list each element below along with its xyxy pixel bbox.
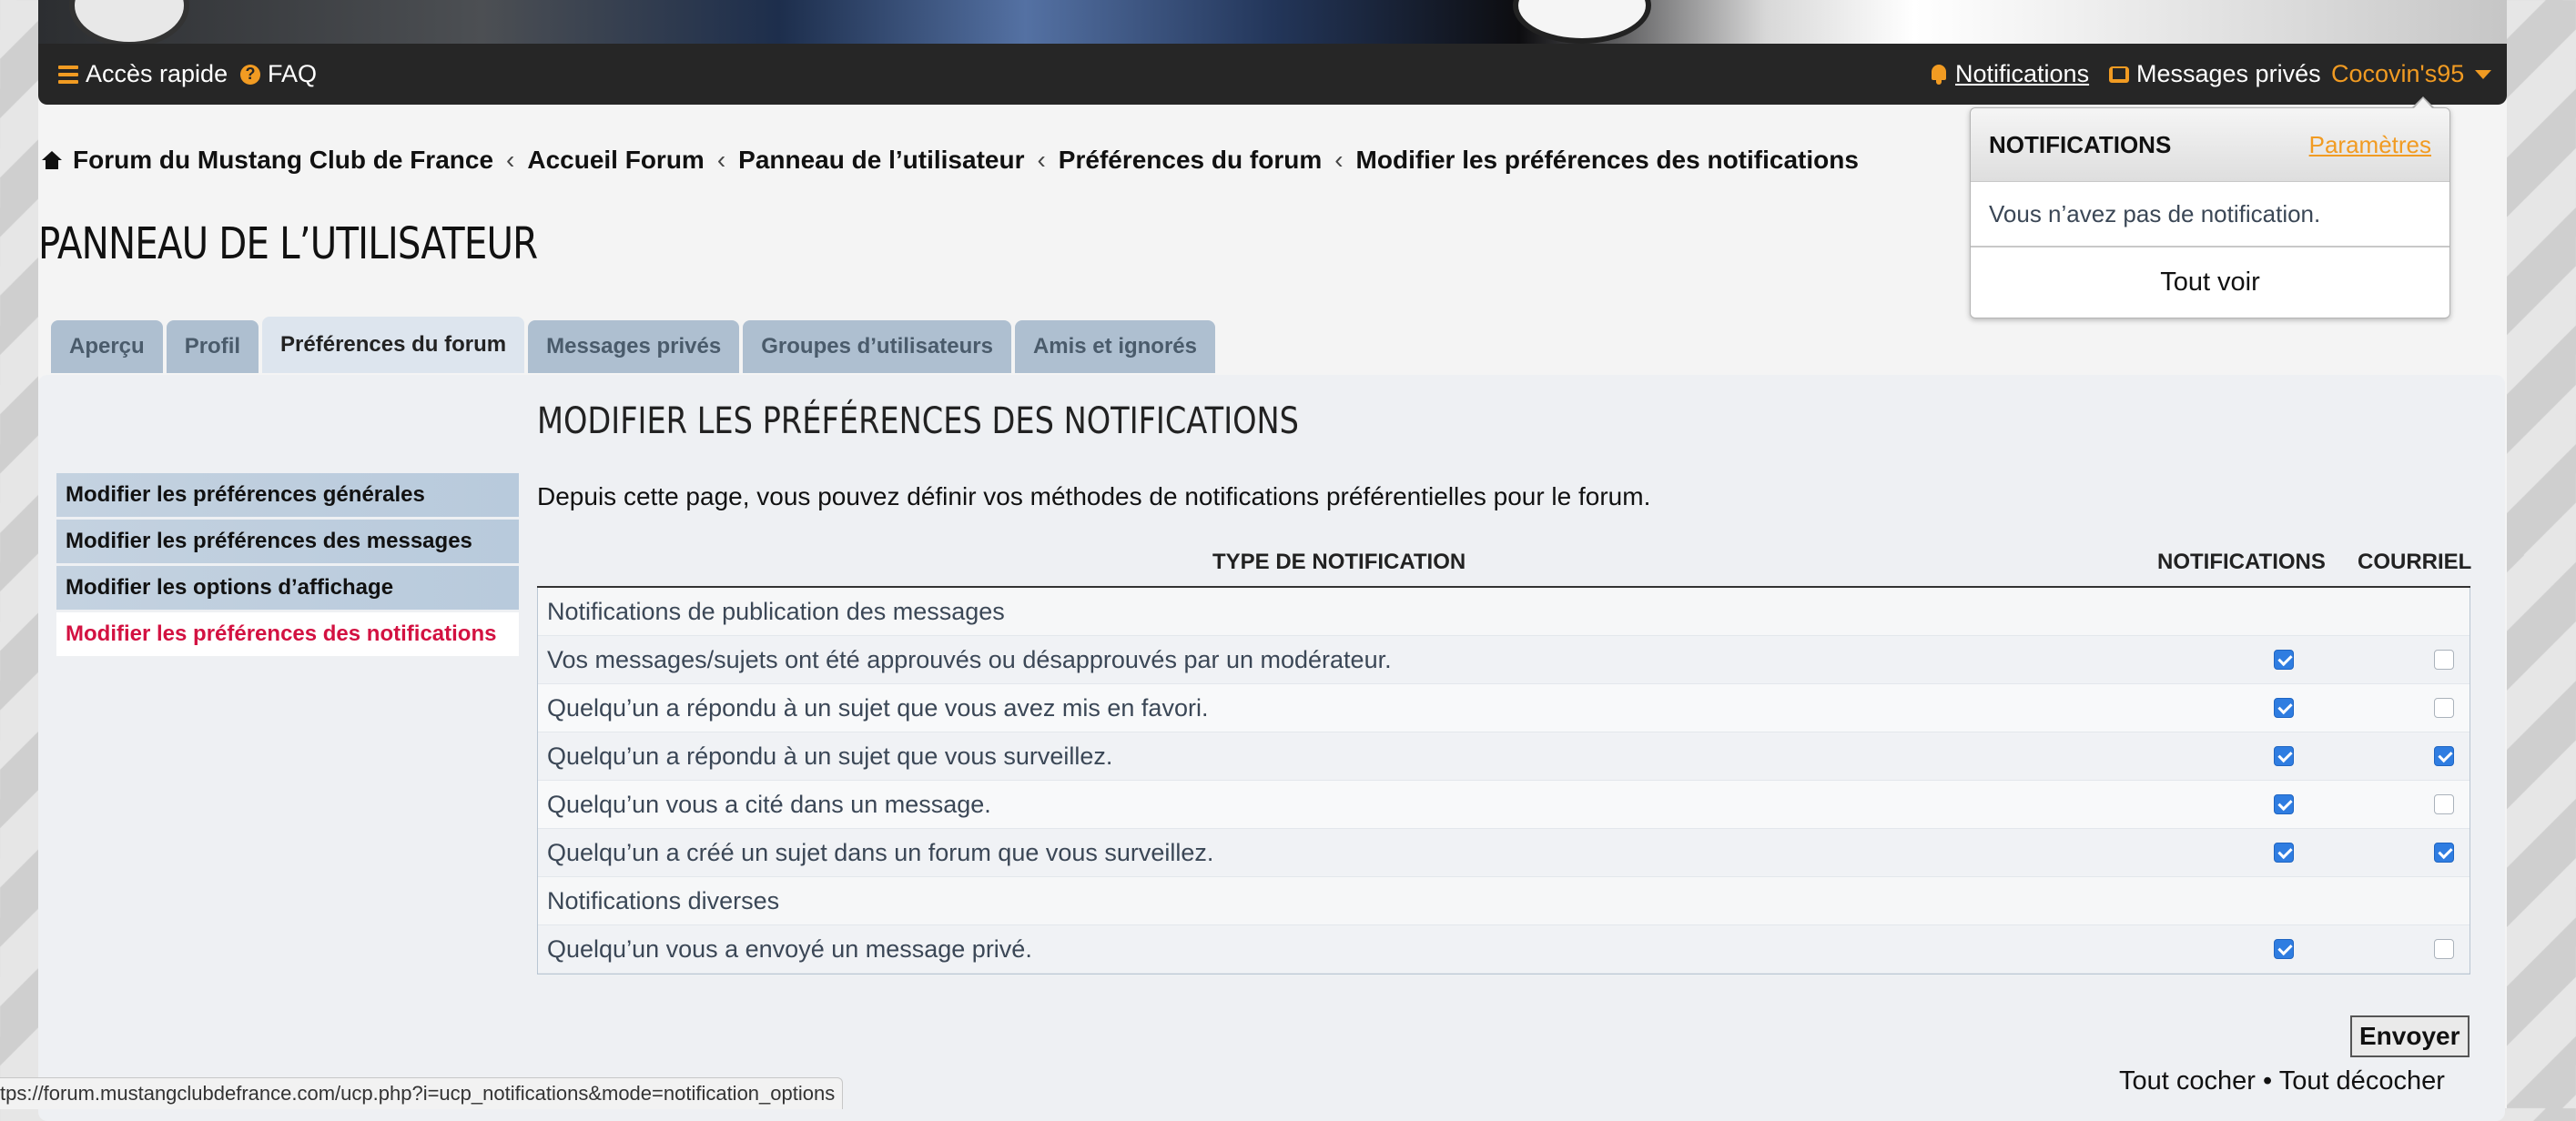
dropdown-empty-message: Vous n’avez pas de notification. bbox=[1971, 182, 2449, 247]
check-all-link[interactable]: Tout cocher bbox=[2119, 1066, 2256, 1096]
tab-private-messages[interactable]: Messages privés bbox=[528, 320, 740, 373]
table-section-row: Notifications de publication des message… bbox=[538, 588, 2470, 636]
notification-type-label: Quelqu’un vous a cité dans un message. bbox=[547, 790, 991, 818]
breadcrumb: Forum du Mustang Club de France ‹ Accuei… bbox=[42, 146, 1859, 175]
uncheck-all-link[interactable]: Tout décocher bbox=[2279, 1066, 2445, 1096]
notification-checkbox[interactable] bbox=[2274, 746, 2294, 766]
inbox-icon bbox=[2109, 66, 2129, 83]
table-row: Quelqu’un a répondu à un sujet que vous … bbox=[538, 684, 2470, 732]
notification-checkbox[interactable] bbox=[2274, 650, 2294, 670]
section-label: Notifications diverses bbox=[547, 886, 780, 914]
tab-friends-foes[interactable]: Amis et ignorés bbox=[1014, 320, 1215, 373]
home-icon[interactable] bbox=[42, 151, 62, 169]
tab-overview[interactable]: Aperçu bbox=[51, 320, 163, 373]
see-all-link[interactable]: Tout voir bbox=[1971, 247, 2449, 317]
submit-button[interactable]: Envoyer bbox=[2350, 1015, 2470, 1057]
table-row: Quelqu’un a créé un sujet dans un forum … bbox=[538, 829, 2470, 877]
notification-type-label: Quelqu’un a répondu à un sujet que vous … bbox=[547, 693, 1209, 722]
private-messages-label: Messages privés bbox=[2136, 60, 2321, 87]
table-header: TYPE DE NOTIFICATION NOTIFICATIONS COURR… bbox=[537, 539, 2472, 588]
notification-checkbox[interactable] bbox=[2274, 939, 2294, 959]
notification-checkbox[interactable] bbox=[2274, 843, 2294, 863]
notification-checkbox[interactable] bbox=[2274, 794, 2294, 814]
tab-profile[interactable]: Profil bbox=[166, 320, 259, 373]
question-icon: ? bbox=[240, 64, 260, 85]
dropdown-settings-link[interactable]: Paramètres bbox=[2309, 131, 2431, 159]
breadcrumb-current[interactable]: Modifier les préférences des notificatio… bbox=[1356, 146, 1859, 175]
quick-access-link[interactable]: Accès rapide bbox=[58, 60, 228, 88]
dropdown-pointer-fill bbox=[2414, 98, 2432, 108]
breadcrumb-separator: ‹ bbox=[1334, 146, 1344, 174]
sidebar-item-display-options[interactable]: Modifier les options d’affichage bbox=[56, 566, 519, 610]
hamburger-icon bbox=[58, 65, 78, 84]
chevron-down-icon bbox=[2475, 69, 2492, 79]
breadcrumb-ucp[interactable]: Panneau de l’utilisateur bbox=[738, 146, 1024, 175]
notifications-table: TYPE DE NOTIFICATION NOTIFICATIONS COURR… bbox=[537, 539, 2472, 975]
table-row: Vos messages/sujets ont été approuvés ou… bbox=[538, 636, 2470, 684]
breadcrumb-separator: ‹ bbox=[506, 146, 515, 174]
email-checkbox[interactable] bbox=[2434, 843, 2454, 863]
header-banner bbox=[38, 0, 2507, 47]
sidebar-item-general-prefs[interactable]: Modifier les préférences générales bbox=[56, 473, 519, 517]
table-body: Notifications de publication des message… bbox=[537, 588, 2470, 975]
sidebar-item-message-prefs[interactable]: Modifier les préférences des messages bbox=[56, 520, 519, 563]
notification-type-label: Quelqu’un a créé un sujet dans un forum … bbox=[547, 838, 1214, 866]
section-intro: Depuis cette page, vous pouvez définir v… bbox=[537, 482, 1651, 510]
page-title: PANNEAU DE L’UTILISATEUR bbox=[38, 218, 538, 269]
notification-type-label: Vos messages/sujets ont été approuvés ou… bbox=[547, 645, 1392, 673]
banner-emblem bbox=[1513, 0, 1651, 44]
notification-type-label: Quelqu’un a répondu à un sujet que vous … bbox=[547, 742, 1113, 770]
page-wrapper: Accès rapide ? FAQ Notifications Message… bbox=[38, 0, 2507, 1121]
ucp-tabs: Aperçu Profil Préférences du forum Messa… bbox=[51, 317, 1215, 373]
notifications-label: Notifications bbox=[1955, 60, 2090, 87]
breadcrumb-separator: ‹ bbox=[1037, 146, 1046, 174]
navbar: Accès rapide ? FAQ Notifications Message… bbox=[38, 44, 2507, 105]
dropdown-header: NOTIFICATIONS Paramètres bbox=[1971, 108, 2449, 182]
bell-icon bbox=[1930, 64, 1948, 85]
mark-links: Tout cocher • Tout décocher bbox=[2119, 1066, 2445, 1096]
email-checkbox[interactable] bbox=[2434, 794, 2454, 814]
column-header-type: TYPE DE NOTIFICATION bbox=[1212, 550, 1466, 574]
marks-separator: • bbox=[2262, 1066, 2273, 1096]
section-title: MODIFIER LES PRÉFÉRENCES DES NOTIFICATIO… bbox=[537, 400, 1300, 442]
notification-type-label: Quelqu’un vous a envoyé un message privé… bbox=[547, 934, 1032, 963]
email-checkbox[interactable] bbox=[2434, 939, 2454, 959]
table-row: Quelqu’un a répondu à un sujet que vous … bbox=[538, 732, 2470, 781]
table-row: Quelqu’un vous a envoyé un message privé… bbox=[538, 925, 2470, 974]
breadcrumb-separator: ‹ bbox=[716, 146, 726, 174]
club-logo[interactable] bbox=[69, 0, 189, 47]
sidebar-item-notification-prefs[interactable]: Modifier les préférences des notificatio… bbox=[56, 612, 519, 656]
column-header-email: COURRIEL bbox=[2358, 550, 2472, 574]
table-row: Quelqu’un vous a cité dans un message. bbox=[538, 781, 2470, 829]
table-section-row: Notifications diverses bbox=[538, 877, 2470, 925]
breadcrumb-home[interactable]: Accueil Forum bbox=[527, 146, 704, 175]
email-checkbox[interactable] bbox=[2434, 698, 2454, 718]
email-checkbox[interactable] bbox=[2434, 650, 2454, 670]
notifications-link[interactable]: Notifications bbox=[1930, 60, 2089, 88]
breadcrumb-prefs[interactable]: Préférences du forum bbox=[1059, 146, 1322, 175]
tab-forum-preferences[interactable]: Préférences du forum bbox=[262, 317, 525, 373]
section-label: Notifications de publication des message… bbox=[547, 597, 1005, 625]
quick-access-label: Accès rapide bbox=[86, 60, 228, 87]
column-header-notifications: NOTIFICATIONS bbox=[2157, 550, 2326, 574]
dropdown-title: NOTIFICATIONS bbox=[1989, 131, 2172, 158]
sidebar-menu: Modifier les préférences générales Modif… bbox=[56, 473, 519, 659]
status-bar: tps://forum.mustangclubdefrance.com/ucp.… bbox=[0, 1077, 844, 1109]
tab-user-groups[interactable]: Groupes d’utilisateurs bbox=[743, 320, 1011, 373]
breadcrumb-forum[interactable]: Forum du Mustang Club de France bbox=[73, 146, 493, 175]
faq-link[interactable]: ? FAQ bbox=[240, 60, 317, 88]
username: Cocovin's95 bbox=[2331, 60, 2465, 87]
email-checkbox[interactable] bbox=[2434, 746, 2454, 766]
user-menu[interactable]: Cocovin's95 bbox=[2331, 60, 2492, 88]
notification-checkbox[interactable] bbox=[2274, 698, 2294, 718]
notifications-dropdown: NOTIFICATIONS Paramètres Vous n’avez pas… bbox=[1970, 107, 2450, 318]
faq-label: FAQ bbox=[268, 60, 318, 87]
private-messages-link[interactable]: Messages privés bbox=[2109, 60, 2321, 88]
